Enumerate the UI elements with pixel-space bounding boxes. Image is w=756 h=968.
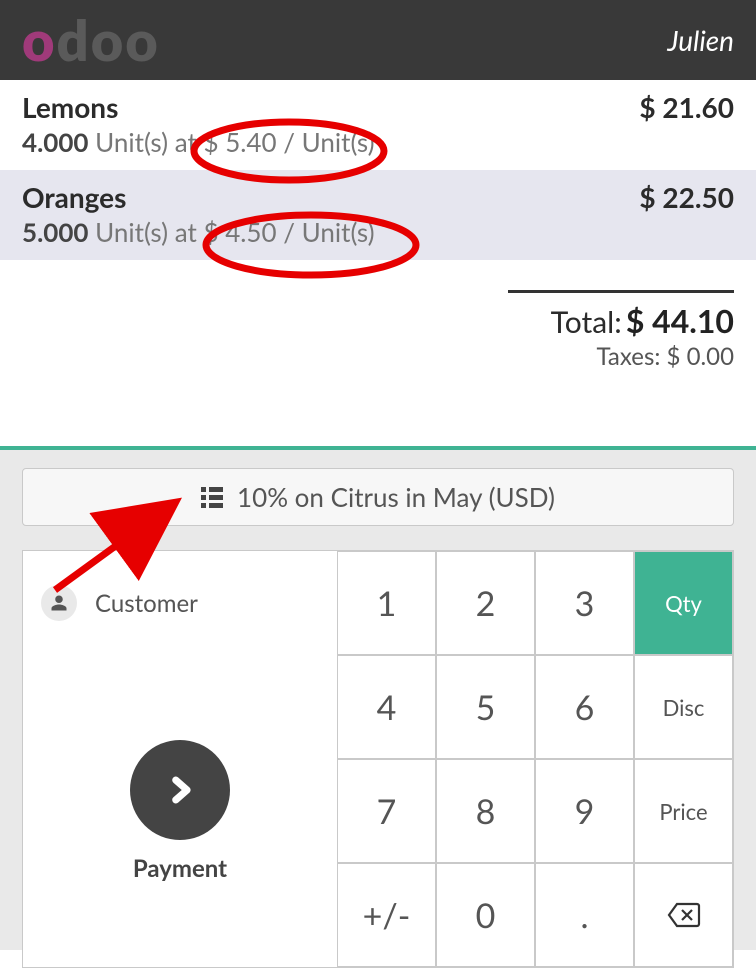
backspace-icon: [667, 902, 701, 928]
mode-price-button[interactable]: Price: [634, 759, 733, 863]
customer-label: Customer: [95, 589, 198, 618]
numpad-dot[interactable]: .: [535, 863, 634, 967]
numpad-2[interactable]: 2: [436, 551, 535, 655]
total-value: $ 44.10: [626, 301, 734, 340]
payment-button[interactable]: Payment: [23, 655, 337, 967]
order-lines: Lemons $ 21.60 4.000 Unit(s) at $ 5.40 /…: [0, 80, 756, 260]
actionpad-area: 10% on Citrus in May (USD) Customer 1 2 …: [0, 446, 756, 950]
taxes-value: $ 0.00: [667, 342, 735, 371]
numpad-4[interactable]: 4: [337, 655, 436, 759]
username-label[interactable]: Julien: [667, 23, 734, 57]
pricelist-label: 10% on Citrus in May (USD): [237, 481, 555, 513]
taxes-label: Taxes:: [597, 342, 661, 371]
numpad-5[interactable]: 5: [436, 655, 535, 759]
numpad-0[interactable]: 0: [436, 863, 535, 967]
numpad-6[interactable]: 6: [535, 655, 634, 759]
user-icon: [41, 585, 77, 621]
numpad-9[interactable]: 9: [535, 759, 634, 863]
payment-label: Payment: [133, 854, 227, 883]
total-label: Total:: [551, 304, 622, 340]
line-subtotal: $ 21.60: [639, 90, 734, 124]
pricelist-button[interactable]: 10% on Citrus in May (USD): [22, 468, 734, 526]
line-detail: 5.000 Unit(s) at $ 4.50 / Unit(s): [22, 216, 734, 248]
order-totals: Total: $ 44.10 Taxes: $ 0.00: [508, 290, 734, 371]
customer-button[interactable]: Customer: [23, 551, 337, 655]
numpad-7[interactable]: 7: [337, 759, 436, 863]
mode-disc-button[interactable]: Disc: [634, 655, 733, 759]
numpad-1[interactable]: 1: [337, 551, 436, 655]
mode-qty-button[interactable]: Qty: [634, 551, 733, 655]
order-line[interactable]: Lemons $ 21.60 4.000 Unit(s) at $ 5.40 /…: [0, 80, 756, 170]
list-icon: [201, 487, 223, 508]
numpad-backspace[interactable]: [634, 863, 733, 967]
chevron-right-icon: [130, 740, 230, 840]
numpad-3[interactable]: 3: [535, 551, 634, 655]
product-name: Lemons: [22, 90, 118, 124]
odoo-logo: odoo: [22, 12, 158, 68]
product-name: Oranges: [22, 180, 126, 214]
numpad: Customer 1 2 3 Qty Payment 4 5 6 Disc 7 …: [22, 550, 734, 968]
numpad-8[interactable]: 8: [436, 759, 535, 863]
app-header: odoo Julien: [0, 0, 756, 80]
line-detail: 4.000 Unit(s) at $ 5.40 / Unit(s): [22, 126, 734, 158]
line-subtotal: $ 22.50: [639, 180, 734, 214]
order-line[interactable]: Oranges $ 22.50 5.000 Unit(s) at $ 4.50 …: [0, 170, 756, 260]
numpad-plusminus[interactable]: +/-: [337, 863, 436, 967]
